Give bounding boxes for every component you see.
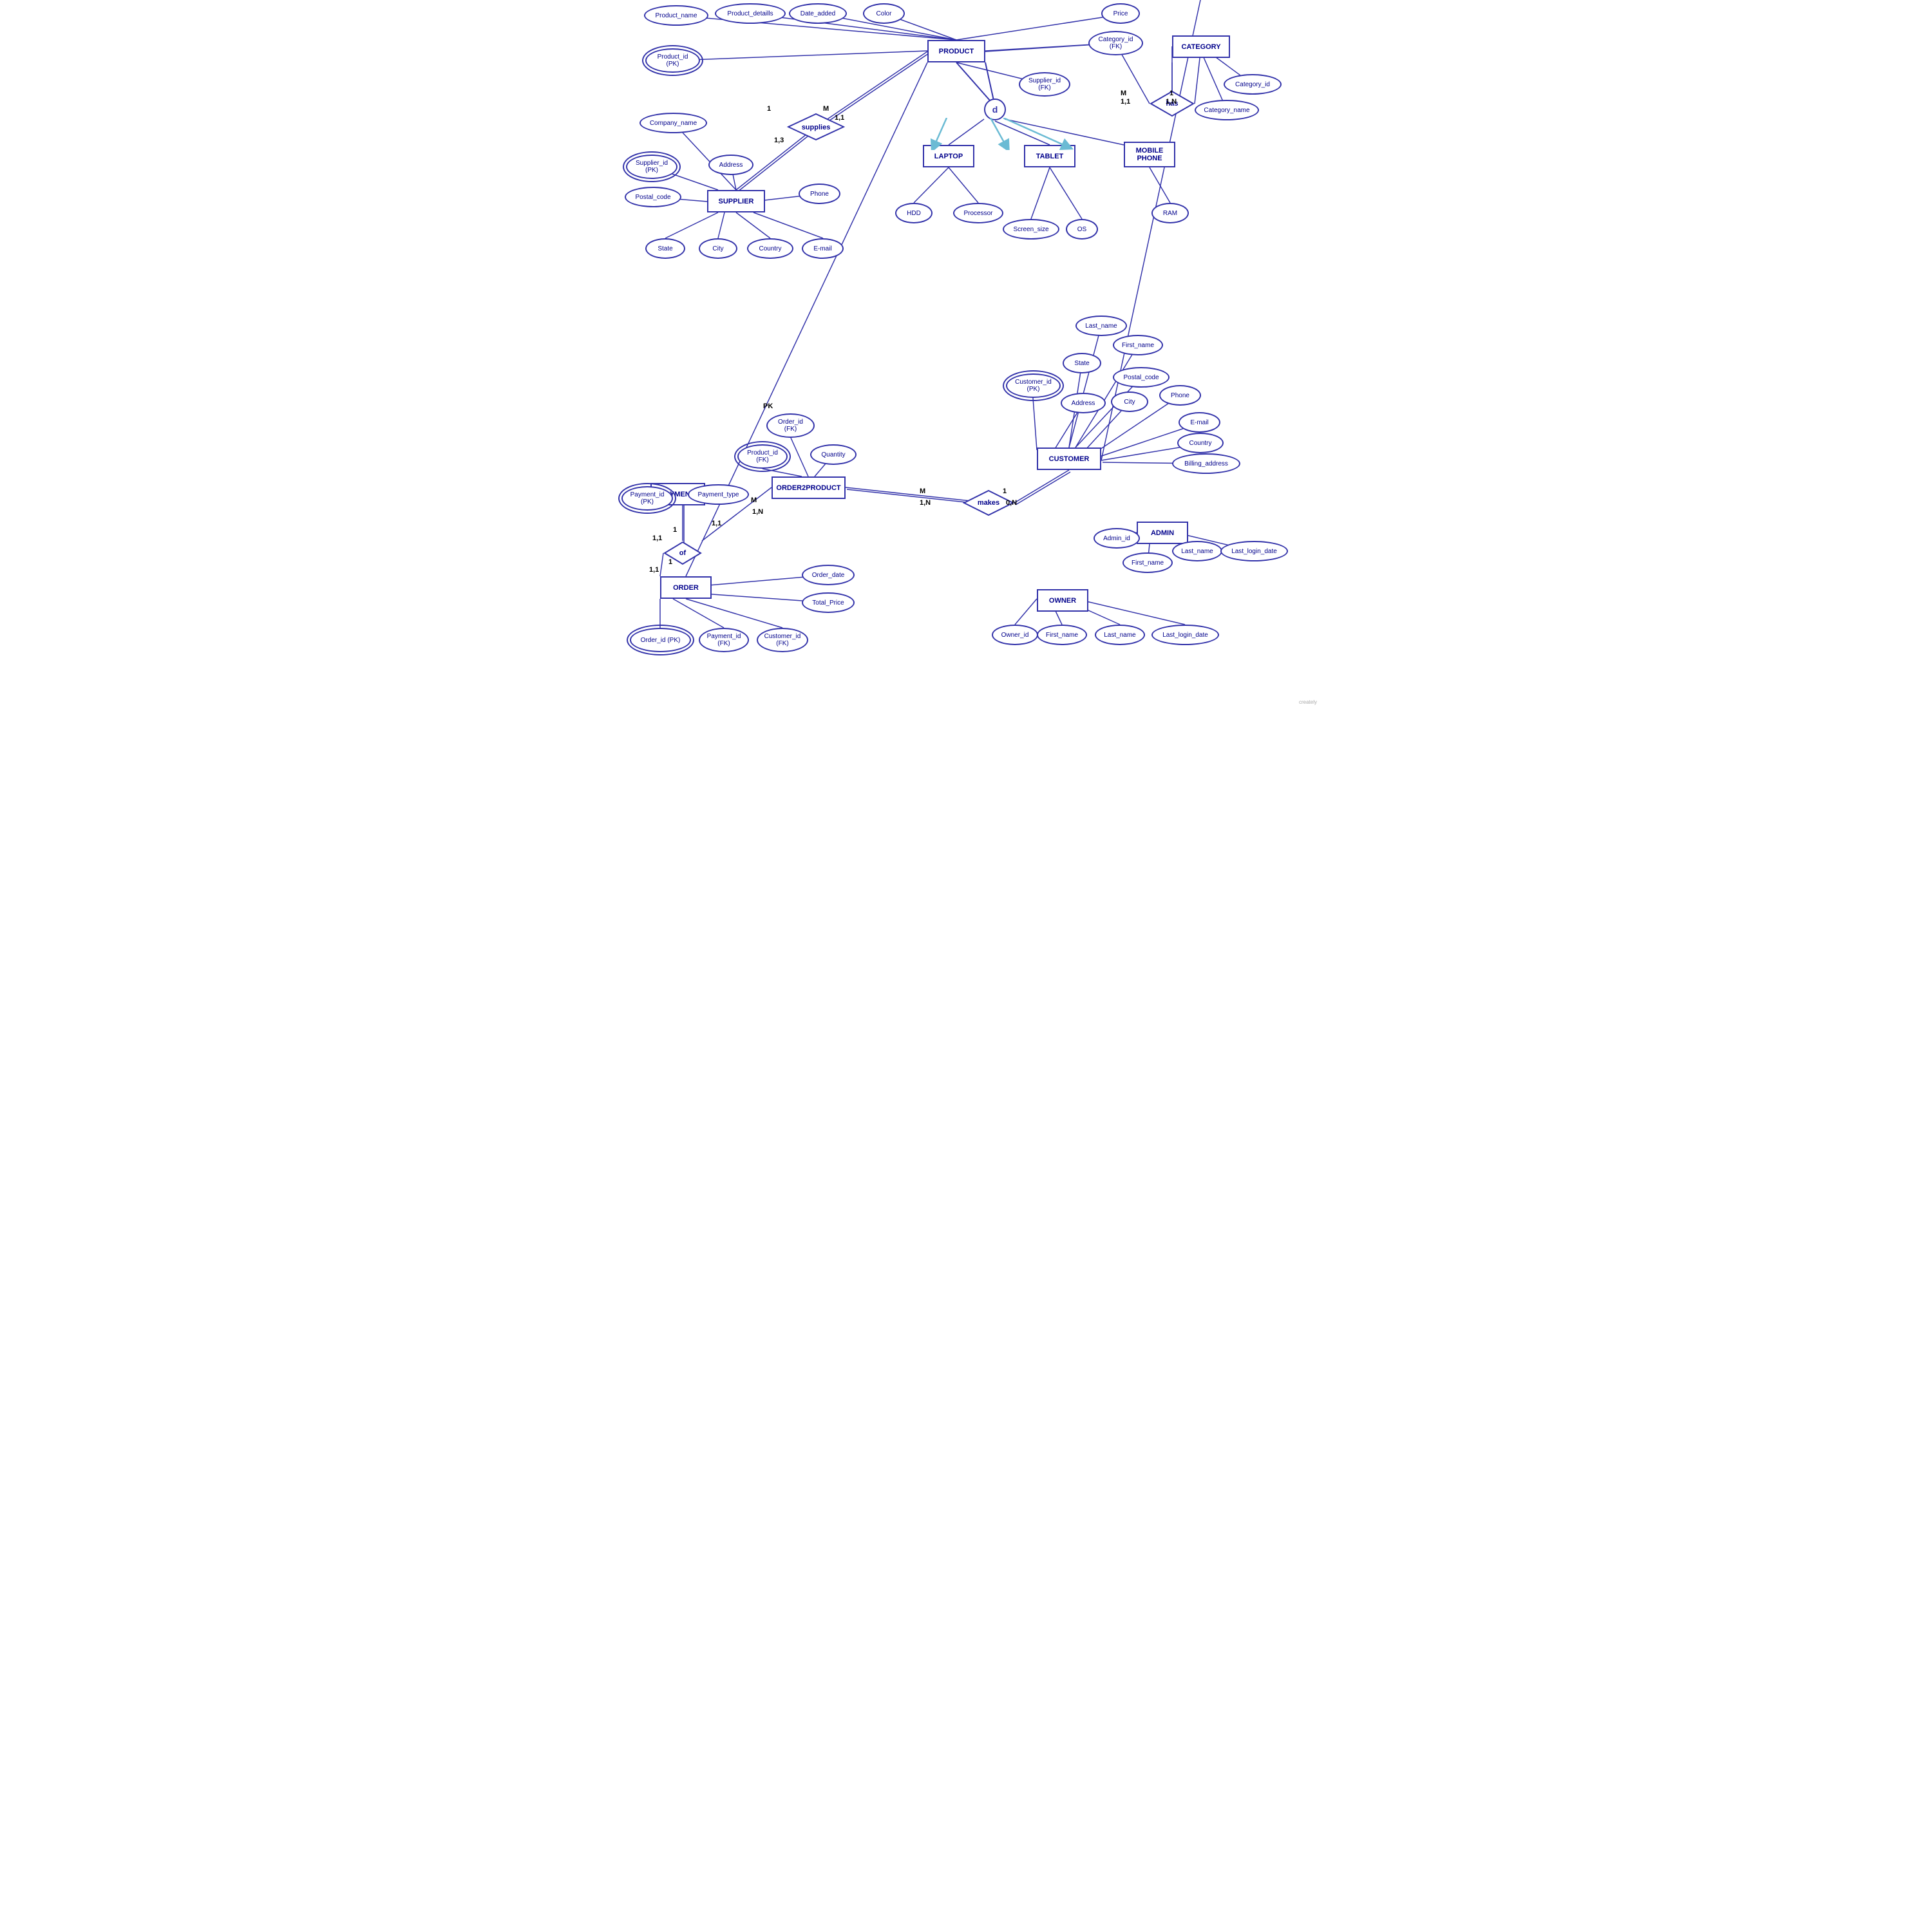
- m-makes-label: M: [920, 487, 925, 495]
- payment-id-fk-order-attr: Payment_id(FK): [699, 628, 749, 652]
- one-n-of-label: 1,N: [752, 508, 763, 516]
- total-price-attr: Total_Price: [802, 592, 855, 613]
- one-one-of-label: 1,1: [652, 534, 662, 542]
- last-login-owner-attr: Last_login_date: [1151, 625, 1219, 645]
- postal-code-sup-attr: Postal_code: [625, 187, 681, 207]
- product-entity: PRODUCT: [927, 40, 985, 62]
- mobilephone-entity: MOBILEPHONE: [1124, 142, 1175, 167]
- admin-entity: ADMIN: [1137, 522, 1188, 544]
- one-cat-label: 1: [1170, 89, 1173, 97]
- state-cust-attr: State: [1063, 353, 1101, 373]
- customer-id-fk-order-attr: Customer_id(FK): [757, 628, 808, 652]
- first-name-admin-attr: First_name: [1122, 552, 1173, 573]
- last-name-owner-attr: Last_name: [1095, 625, 1145, 645]
- order-entity: ORDER: [660, 576, 712, 599]
- first-name-cust-attr: First_name: [1113, 335, 1163, 355]
- owner-id-attr: Owner_id: [992, 625, 1038, 645]
- order2product-entity: ORDER2PRODUCT: [772, 476, 846, 499]
- one-makes-label: 1: [1003, 487, 1007, 495]
- one-one-cat-label: 1,1: [1121, 98, 1130, 106]
- city-cust-attr: City: [1111, 391, 1148, 412]
- one-n-makes-label: 1,N: [920, 499, 931, 507]
- company-name-attr: Company_name: [639, 113, 707, 133]
- country-sup-attr: Country: [747, 238, 793, 259]
- one-of-label: 1: [673, 526, 677, 534]
- order-id-fk-attr: Order_id(FK): [766, 413, 815, 438]
- address-sup-attr: Address: [708, 155, 753, 175]
- product-id-fk2-attr: Product_id(FK): [737, 444, 788, 469]
- customer-entity: CUSTOMER: [1037, 447, 1101, 470]
- address-cust-attr: Address: [1061, 393, 1106, 413]
- isa-d-circle: d: [984, 99, 1006, 120]
- customer-id-pk-attr: Customer_id(PK): [1006, 373, 1061, 398]
- category-id-attr: Category_id: [1224, 74, 1282, 95]
- hdd-attr: HDD: [895, 203, 933, 223]
- pk-label: PK: [763, 402, 773, 410]
- phone-sup-attr: Phone: [799, 184, 840, 204]
- category-entity: CATEGORY: [1172, 35, 1230, 58]
- quantity-attr: Quantity: [810, 444, 857, 465]
- watermark: creately: [1299, 699, 1317, 705]
- one-n-cat-label: 1,N: [1166, 98, 1177, 106]
- one1-label: 1: [767, 105, 771, 113]
- price-attr: Price: [1101, 3, 1140, 24]
- os-attr: OS: [1066, 219, 1098, 240]
- supplier-id-fk-attr: Supplier_id(FK): [1019, 72, 1070, 97]
- phone-cust-attr: Phone: [1159, 385, 1201, 406]
- screen-size-attr: Screen_size: [1003, 219, 1059, 240]
- city-sup-attr: City: [699, 238, 737, 259]
- country-cust-attr: Country: [1177, 433, 1224, 453]
- first-name-owner-attr: First_name: [1037, 625, 1087, 645]
- supplier-entity: SUPPLIER: [707, 190, 765, 212]
- last-name-admin-attr: Last_name: [1172, 541, 1222, 561]
- product-details-attr: Product_detaills: [715, 3, 786, 24]
- order-date-attr: Order_date: [802, 565, 855, 585]
- m1-label: M: [823, 105, 829, 113]
- email-cust-attr: E-mail: [1179, 412, 1220, 433]
- owner-entity: OWNER: [1037, 589, 1088, 612]
- postal-code-cust-attr: Postal_code: [1113, 367, 1170, 388]
- supplier-id-pk-attr: Supplier_id(PK): [626, 155, 677, 179]
- er-diagram: d PRODUCT CATEGORY SUPPLIER LAPTOP TABLE…: [612, 0, 1320, 708]
- last-login-admin-attr: Last_login_date: [1220, 541, 1288, 561]
- ram-attr: RAM: [1151, 203, 1189, 223]
- one-one-order-label: 1,1: [649, 566, 659, 574]
- isa-arrow-mobile: [997, 118, 1074, 150]
- payment-type-attr: Payment_type: [688, 484, 749, 505]
- color-attr: Color: [863, 3, 905, 24]
- state-sup-attr: State: [645, 238, 685, 259]
- one-one1-label: 1,1: [835, 114, 844, 122]
- product-name-attr: Product_name: [644, 5, 708, 26]
- order-id-pk-attr: Order_id (PK): [630, 628, 691, 652]
- m-of-label: M: [751, 496, 757, 504]
- one-three-label: 1,3: [774, 137, 784, 144]
- m-cat-label: M: [1121, 89, 1126, 97]
- category-name-attr: Category_name: [1195, 100, 1259, 120]
- zero-n-makes-label: 0,N: [1006, 499, 1017, 507]
- one-order-label: 1: [668, 558, 672, 566]
- processor-attr: Processor: [953, 203, 1003, 223]
- one-one-of2-label: 1,1: [712, 520, 721, 527]
- admin-id-attr: Admin_id: [1094, 528, 1140, 549]
- last-name-cust-attr: Last_name: [1075, 316, 1127, 336]
- isa-arrow-laptop: [927, 118, 966, 150]
- product-id-pk-attr: Product_id(PK): [645, 48, 700, 73]
- billing-cust-attr: Billing_address: [1172, 453, 1240, 474]
- payment-id-pk-attr: Payment_id(PK): [621, 486, 673, 511]
- date-added-attr: Date_added: [789, 3, 847, 24]
- category-id-fk-attr: Category_id(FK): [1088, 31, 1143, 55]
- email-sup-attr: E-mail: [802, 238, 844, 259]
